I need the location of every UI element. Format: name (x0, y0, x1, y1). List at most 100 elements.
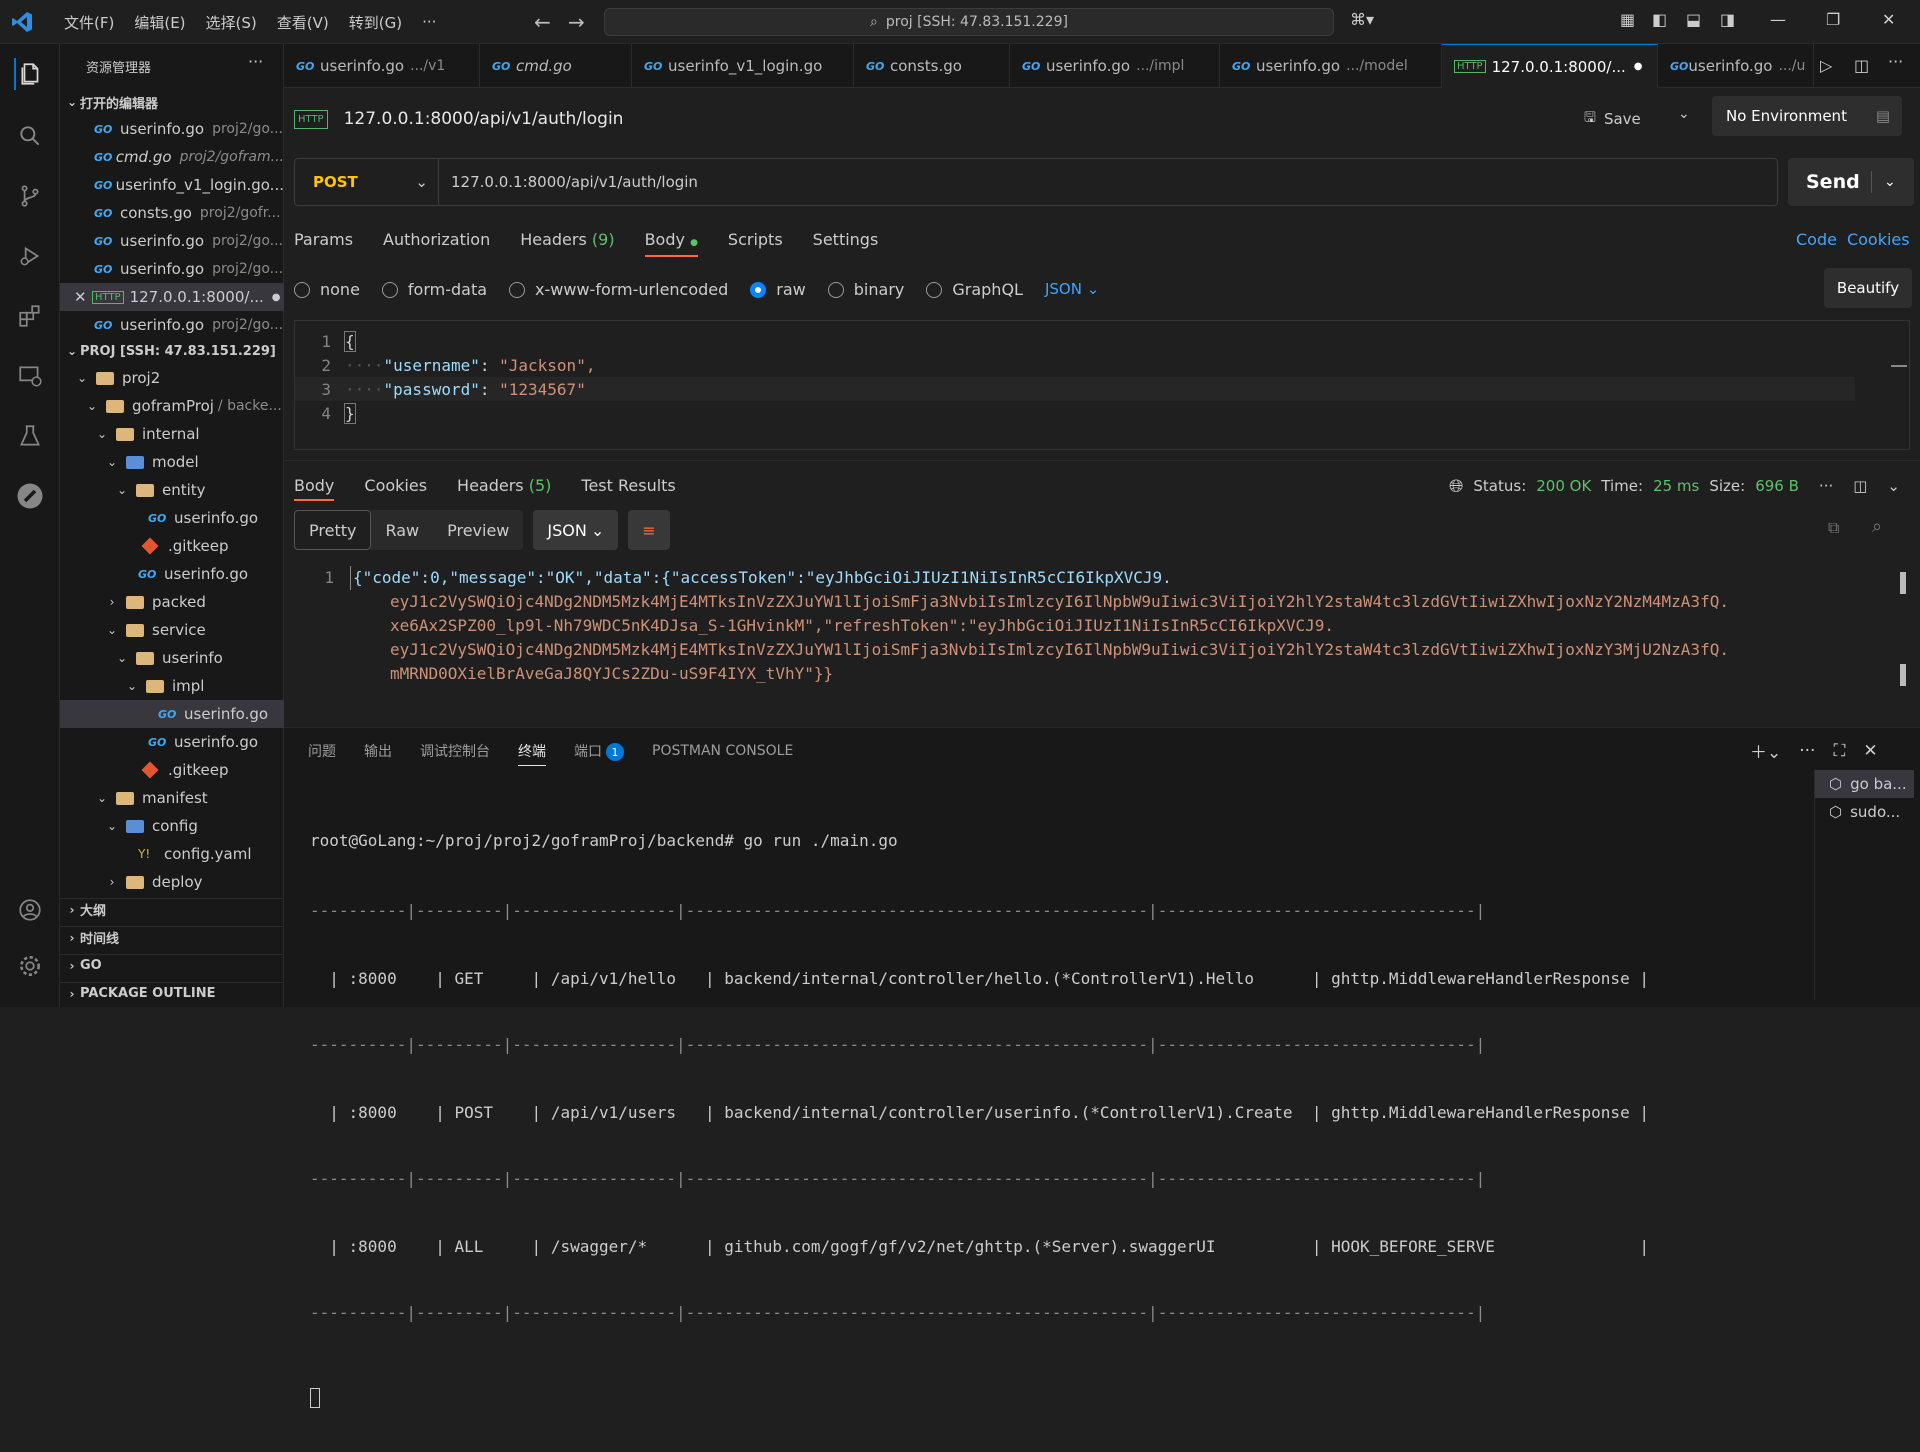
url-input[interactable]: 127.0.0.1:8000/api/v1/auth/login (438, 158, 1778, 206)
more-actions-icon[interactable]: ··· (1799, 741, 1815, 761)
postman-icon[interactable] (14, 480, 46, 512)
resp-tab-tests[interactable]: Test Results (581, 476, 675, 495)
open-editor-item[interactable]: GO userinfo.go proj2/go... (60, 227, 284, 255)
tab-settings[interactable]: Settings (813, 230, 879, 249)
go-section[interactable]: › GO (60, 954, 284, 976)
method-select[interactable]: POST ⌄ (294, 158, 438, 206)
request-title[interactable]: 127.0.0.1:8000/api/v1/auth/login (344, 109, 624, 129)
menu-edit[interactable]: 编辑(E) (124, 12, 195, 33)
close-icon[interactable]: ✕ (74, 288, 92, 306)
terminal-item[interactable]: ⬡ sudo... (1815, 798, 1914, 826)
account-icon[interactable] (14, 894, 46, 926)
radio-urlencoded[interactable]: x-www-form-urlencoded (509, 280, 728, 299)
tab-cmd[interactable]: GO cmd.go (480, 44, 632, 88)
terminal-item[interactable]: ⬡ go ba... (1815, 770, 1914, 798)
tree-file[interactable]: GO userinfo.go (60, 560, 284, 588)
environment-selector[interactable]: No Environment ▤ (1712, 96, 1902, 136)
send-dropdown-chevron-icon[interactable]: ⌄ (1872, 174, 1896, 190)
maximize-panel-icon[interactable]: ⛶ (1833, 741, 1845, 761)
view-preview[interactable]: Preview (433, 510, 524, 550)
split-editor-icon[interactable]: ◫ (1854, 56, 1869, 75)
layout-customize-icon[interactable]: ▦ (1620, 10, 1635, 29)
radio-raw[interactable]: raw (750, 280, 806, 299)
panel-tab-output[interactable]: 输出 (364, 741, 392, 761)
panel-tab-ports[interactable]: 端口 1 (574, 741, 624, 762)
command-center-search[interactable]: ⌕ proj [SSH: 47.83.151.229] (604, 8, 1334, 36)
settings-gear-icon[interactable] (14, 950, 46, 982)
resp-tab-body[interactable]: Body (294, 476, 335, 501)
tree-folder[interactable]: › packed (60, 588, 284, 616)
view-raw[interactable]: Raw (371, 510, 434, 550)
search-icon[interactable] (14, 120, 46, 152)
response-format-select[interactable]: JSON ⌄ (533, 510, 619, 550)
send-button[interactable]: Send ⌄ (1788, 158, 1914, 206)
status-badge[interactable]: 200 OK (1536, 477, 1591, 495)
tree-file[interactable]: .gitkeep (60, 532, 284, 560)
minimize-icon[interactable]: — (1770, 10, 1786, 29)
layout-toggle-icon[interactable]: ◫ (1853, 477, 1867, 495)
tree-folder[interactable]: ⌄ manifest (60, 784, 284, 812)
save-button[interactable]: 🖫 Save (1584, 102, 1641, 136)
tree-folder[interactable]: ⌄ userinfo (60, 644, 284, 672)
radio-binary[interactable]: binary (827, 280, 904, 299)
tree-folder[interactable]: ⌄ impl (60, 672, 284, 700)
tree-folder[interactable]: › deploy (60, 868, 284, 896)
tree-file-selected[interactable]: GO userinfo.go (60, 700, 284, 728)
open-editor-item-active[interactable]: ✕ HTTP 127.0.0.1:8000/... ● (60, 283, 284, 311)
tab-userinfo-u[interactable]: GO userinfo.go .../u (1658, 44, 1814, 88)
forward-arrow-icon[interactable]: → (568, 10, 585, 34)
tree-folder[interactable]: ⌄ model (60, 448, 284, 476)
back-arrow-icon[interactable]: ← (534, 10, 551, 34)
tree-file[interactable]: .gitkeep (60, 756, 284, 784)
panel-tab-terminal[interactable]: 终端 (518, 741, 546, 766)
tree-folder[interactable]: ⌄ internal (60, 420, 284, 448)
tree-folder[interactable]: ⌄ proj2 (60, 364, 284, 392)
tab-userinfo-v1[interactable]: GO userinfo.go .../v1 (284, 44, 480, 88)
tab-userinfo-impl[interactable]: GO userinfo.go .../impl (1010, 44, 1220, 88)
open-editor-item[interactable]: GO consts.go proj2/gofr... (60, 199, 284, 227)
chevron-down-icon[interactable]: ⌄ (1887, 477, 1900, 495)
code-link[interactable]: Code (1796, 230, 1837, 249)
tab-params[interactable]: Params (294, 230, 353, 249)
panel-tab-problems[interactable]: 问题 (308, 741, 336, 761)
project-section[interactable]: ⌄ PROJ [SSH: 47.83.151.229] (60, 340, 284, 362)
outline-section[interactable]: › 大纲 (60, 898, 284, 920)
testing-icon[interactable] (14, 420, 46, 452)
copilot-icon[interactable]: ⌘▾ (1350, 10, 1374, 29)
tab-userinfo-model[interactable]: GO userinfo.go .../model (1220, 44, 1442, 88)
tab-consts[interactable]: GO consts.go (854, 44, 1010, 88)
remote-explorer-icon[interactable] (14, 360, 46, 392)
panel-tab-postman-console[interactable]: POSTMAN CONSOLE (652, 743, 793, 759)
scrollbar-thumb[interactable] (1900, 664, 1906, 686)
new-terminal-plus-icon[interactable]: ＋⌄ (1750, 738, 1781, 763)
scrollbar-thumb[interactable] (1900, 572, 1906, 594)
menu-selection[interactable]: 选择(S) (196, 12, 267, 33)
tree-folder[interactable]: ⌄ config (60, 812, 284, 840)
tab-headers[interactable]: Headers (9) (520, 230, 614, 249)
more-actions-icon[interactable]: ··· (1819, 477, 1833, 495)
explorer-icon[interactable] (14, 58, 46, 90)
menu-go[interactable]: 转到(G) (339, 12, 412, 33)
response-time[interactable]: 25 ms (1653, 477, 1699, 495)
save-dropdown-chevron-icon[interactable]: ⌄ (1678, 106, 1690, 122)
cookies-link[interactable]: Cookies (1847, 230, 1910, 249)
resp-tab-headers[interactable]: Headers (5) (457, 476, 551, 495)
resp-tab-cookies[interactable]: Cookies (364, 476, 427, 495)
tree-file[interactable]: Y! config.yaml (60, 840, 284, 868)
tab-body[interactable]: Body ● (644, 230, 698, 257)
extensions-icon[interactable] (14, 300, 46, 332)
open-editor-item[interactable]: GO cmd.go proj2/gofram... (60, 143, 284, 171)
tab-authorization[interactable]: Authorization (383, 230, 490, 249)
search-response-icon[interactable]: ⌕ (1872, 516, 1882, 537)
tree-file[interactable]: GO userinfo.go (60, 728, 284, 756)
more-actions-icon[interactable]: ··· (248, 52, 263, 71)
tree-folder[interactable]: ⌄ entity (60, 476, 284, 504)
radio-form-data[interactable]: form-data (381, 280, 487, 299)
close-panel-icon[interactable]: ✕ (1863, 741, 1877, 761)
restore-icon[interactable]: ❐ (1826, 10, 1840, 29)
radio-graphql[interactable]: GraphQL (926, 280, 1023, 299)
timeline-section[interactable]: › 时间线 (60, 926, 284, 948)
open-editor-item[interactable]: GO userinfo.go proj2/go... (60, 115, 284, 143)
panel-tab-debug-console[interactable]: 调试控制台 (420, 741, 490, 761)
request-body-editor[interactable]: 1{ 2 ···· "username": "Jackson", 3 ···· "pas… (294, 320, 1910, 450)
